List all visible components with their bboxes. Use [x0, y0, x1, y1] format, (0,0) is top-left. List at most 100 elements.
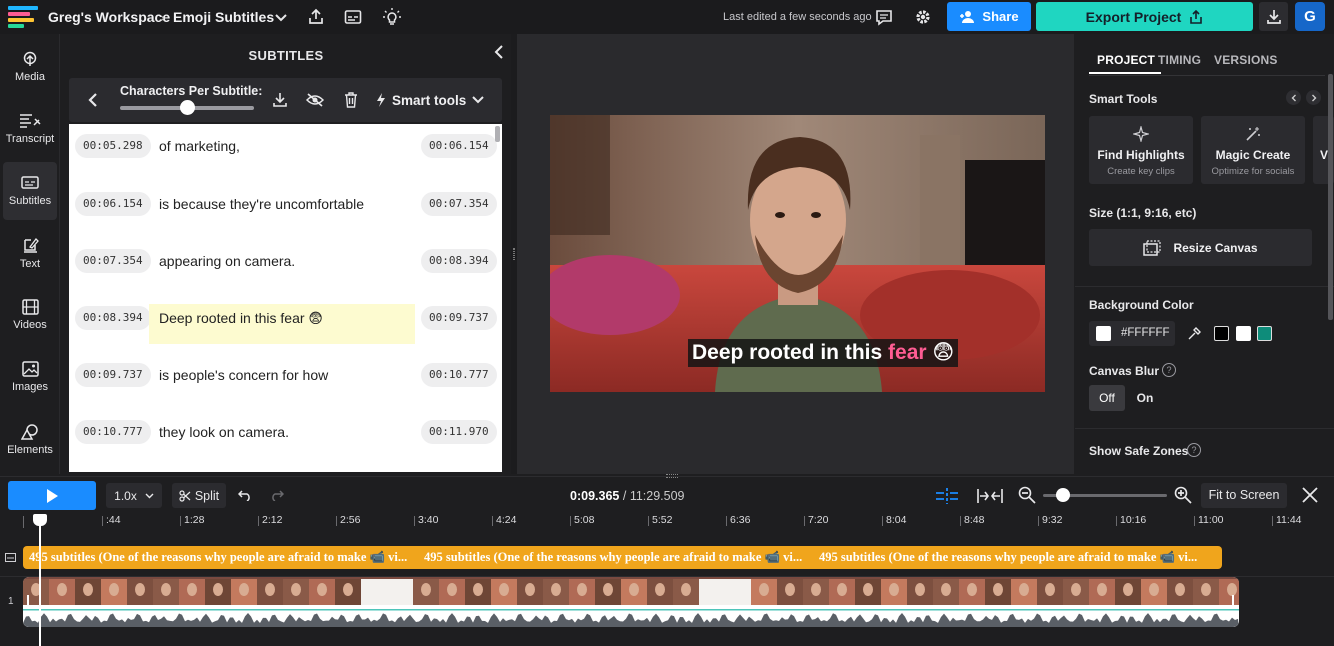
lightbulb-icon[interactable]	[380, 5, 404, 29]
zoom-out-icon[interactable]	[1017, 485, 1037, 505]
project-name[interactable]: Emoji Subtitles	[173, 9, 274, 25]
timeline-resize-handle[interactable]	[666, 474, 678, 478]
swatch-white[interactable]	[1236, 326, 1251, 341]
help-icon[interactable]: ?	[1187, 443, 1201, 457]
start-time[interactable]: 00:09.737	[75, 363, 151, 387]
blur-on-toggle[interactable]: On	[1129, 385, 1161, 411]
find-highlights-card[interactable]: Find Highlights Create key clips	[1089, 116, 1193, 184]
download-button[interactable]	[1259, 2, 1288, 31]
end-time[interactable]: 00:09.737	[421, 306, 497, 330]
trash-icon[interactable]	[341, 90, 361, 110]
video-frame[interactable]: Deep rooted in this fear 😨	[550, 115, 1045, 392]
download-subtitles-icon[interactable]	[270, 90, 290, 110]
export-project-button[interactable]: Export Project	[1036, 2, 1253, 31]
playhead[interactable]	[33, 514, 47, 646]
help-icon[interactable]: ?	[1162, 363, 1176, 377]
end-time[interactable]: 00:08.394	[421, 249, 497, 273]
time-separator: /	[622, 489, 627, 503]
tab-versions[interactable]: VERSIONS	[1214, 53, 1278, 67]
end-time[interactable]: 00:07.354	[421, 192, 497, 216]
avatar[interactable]: G	[1295, 2, 1325, 31]
zoom-in-icon[interactable]	[1173, 485, 1193, 505]
undo-icon[interactable]	[237, 487, 253, 503]
app-logo[interactable]	[8, 6, 38, 28]
clip-trim-handle-right[interactable]	[1232, 595, 1234, 609]
start-time[interactable]: 00:08.394	[75, 306, 151, 330]
blur-off-toggle[interactable]: Off	[1089, 385, 1125, 411]
video-thumbnail	[465, 579, 491, 605]
share-button[interactable]: Share	[947, 2, 1031, 31]
subtitle-text[interactable]: appearing on camera.	[149, 247, 415, 287]
zoom-slider-handle[interactable]	[1055, 488, 1070, 502]
clip-trim-handle-left[interactable]	[27, 595, 29, 609]
carousel-prev-icon[interactable]	[1286, 90, 1301, 105]
end-time[interactable]: 00:11.970	[421, 420, 497, 444]
video-thumbnail	[257, 579, 283, 605]
video-thumbnail	[881, 579, 907, 605]
background-color-input[interactable]: #FFFFFF	[1089, 321, 1175, 346]
rail-item-subtitles[interactable]: Subtitles	[3, 162, 57, 220]
carousel-next-icon[interactable]	[1306, 90, 1321, 105]
rail-item-media[interactable]: Media	[3, 38, 57, 96]
eyedropper-icon[interactable]	[1185, 325, 1203, 343]
split-button[interactable]: Split	[172, 483, 226, 508]
list-scrollbar[interactable]	[495, 126, 500, 142]
resize-canvas-button[interactable]: Resize Canvas	[1089, 229, 1312, 266]
size-heading: Size (1:1, 9:16, etc)	[1089, 206, 1197, 220]
playback-speed-select[interactable]: 1.0x	[106, 483, 162, 508]
slider-handle[interactable]	[180, 100, 195, 115]
upload-share-icon[interactable]	[305, 6, 327, 28]
subtitle-text-active[interactable]: Deep rooted in this fear 😨	[149, 304, 415, 344]
start-time[interactable]: 00:05.298	[75, 134, 151, 158]
fit-arrows-icon[interactable]	[976, 486, 1004, 506]
snap-magnet-icon[interactable]	[933, 486, 961, 506]
back-chevron-icon[interactable]	[83, 90, 103, 110]
start-time[interactable]: 00:06.154	[75, 192, 151, 216]
chevron-down-icon[interactable]	[272, 8, 290, 26]
fit-to-screen-button[interactable]: Fit to Screen	[1201, 483, 1287, 508]
video-thumbnail	[1063, 579, 1089, 605]
rail-item-videos[interactable]: Videos	[3, 286, 57, 344]
panel-scrollbar[interactable]	[1328, 74, 1333, 320]
rail-item-text[interactable]: Text	[3, 224, 57, 282]
resize-icon	[1143, 239, 1162, 256]
smart-tools-dropdown[interactable]: Smart tools	[376, 90, 484, 110]
redo-icon[interactable]	[269, 487, 285, 503]
subtitle-text[interactable]: they look on camera.	[149, 418, 415, 458]
swatch-teal[interactable]	[1257, 326, 1272, 341]
video-thumbnail	[75, 579, 101, 605]
hide-eye-icon[interactable]	[305, 90, 325, 110]
captions-icon[interactable]	[342, 6, 364, 28]
video-track-clip[interactable]	[23, 577, 1239, 627]
start-time[interactable]: 00:10.777	[75, 420, 151, 444]
rail-item-transcript[interactable]: Transcript	[3, 100, 57, 158]
subtitle-text[interactable]: is because they're uncomfortable	[149, 190, 415, 230]
chars-per-subtitle-slider[interactable]	[120, 100, 254, 115]
rail-item-elements[interactable]: Elements	[3, 410, 57, 468]
zoom-slider[interactable]	[1043, 488, 1167, 502]
play-button[interactable]	[8, 481, 96, 510]
timeline-ruler[interactable]: :44 1:28 2:12 2:56 3:40 4:24 5:08 5:52 6…	[0, 514, 1334, 530]
end-time[interactable]: 00:06.154	[421, 134, 497, 158]
gear-icon[interactable]	[912, 6, 934, 28]
subtitle-track-clip[interactable]: 495 subtitles (One of the reasons why pe…	[23, 546, 1222, 569]
close-icon[interactable]	[1300, 485, 1320, 505]
ruler-tick: 11:44	[1272, 514, 1302, 526]
playhead-handle[interactable]	[33, 514, 47, 526]
ruler-tick: 7:20	[803, 514, 829, 526]
comments-icon[interactable]	[873, 6, 895, 28]
workspace-name[interactable]: Greg's Workspace	[48, 9, 170, 25]
tab-timing[interactable]: TIMING	[1158, 53, 1201, 67]
rail-item-images[interactable]: Images	[3, 348, 57, 406]
swatch-black[interactable]	[1214, 326, 1229, 341]
start-time[interactable]: 00:07.354	[75, 249, 151, 273]
collapse-panel-icon[interactable]	[489, 42, 509, 62]
tab-project[interactable]: PROJECT	[1097, 53, 1155, 67]
transcript-icon	[20, 114, 41, 128]
subtitle-text[interactable]: is people's concern for how	[149, 361, 415, 401]
subtitle-text[interactable]: of marketing,	[149, 132, 415, 172]
video-thumbnail	[777, 579, 803, 605]
end-time[interactable]: 00:10.777	[421, 363, 497, 387]
magic-create-card[interactable]: Magic Create Optimize for socials	[1201, 116, 1305, 184]
caption-overlay[interactable]: Deep rooted in this fear 😨	[688, 339, 959, 367]
